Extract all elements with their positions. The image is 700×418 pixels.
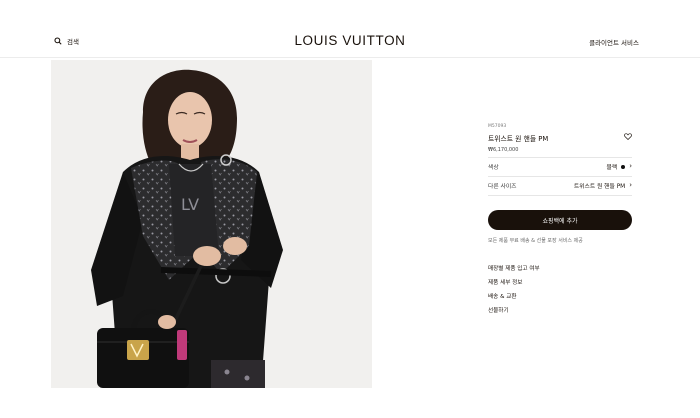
wishlist-button[interactable]	[624, 125, 632, 144]
link-shipping-returns[interactable]: 배송 & 교환	[488, 290, 540, 304]
svg-text:LV: LV	[181, 195, 199, 214]
divider	[488, 195, 632, 196]
link-product-details[interactable]: 제품 세부 정보	[488, 276, 540, 290]
link-store-availability[interactable]: 매장별 제품 입고 여부	[488, 262, 540, 276]
link-gift[interactable]: 선물하기	[488, 304, 540, 318]
chevron-right-icon: ›	[629, 162, 632, 170]
product-sku: M57093	[488, 124, 507, 129]
size-value: 트위스트 원 핸들 PM	[573, 184, 626, 190]
add-to-cart-button[interactable]: 쇼핑백에 추가	[488, 210, 632, 230]
client-service-link[interactable]: 클라이언트 서비스	[589, 37, 639, 47]
chevron-right-icon: ›	[629, 181, 632, 189]
color-value: 블랙	[606, 165, 618, 171]
product-info-panel: M57093 트위스트 원 핸들 PM ₩6,170,000 색상 블랙 › 다…	[488, 120, 632, 244]
product-name: 트위스트 원 핸들 PM	[488, 135, 549, 143]
color-selector[interactable]: 색상 블랙 ›	[488, 158, 632, 175]
product-links: 매장별 제품 입고 여부 제품 세부 정보 배송 & 교환 선물하기	[488, 262, 540, 318]
color-swatch	[621, 164, 626, 169]
site-header: 검색 LOUIS VUITTON 클라이언트 서비스	[0, 0, 700, 58]
size-selector[interactable]: 다른 사이즈 트위스트 원 핸들 PM ›	[488, 177, 632, 194]
product-price: ₩6,170,000	[488, 147, 519, 153]
size-label: 다른 사이즈	[488, 184, 517, 190]
product-image[interactable]: LV	[51, 60, 372, 388]
free-shipping-note: 모든 제품 무료 배송 & 선물 포장 서비스 제공	[488, 238, 583, 244]
heart-icon	[624, 133, 632, 141]
color-label: 색상	[488, 165, 499, 171]
